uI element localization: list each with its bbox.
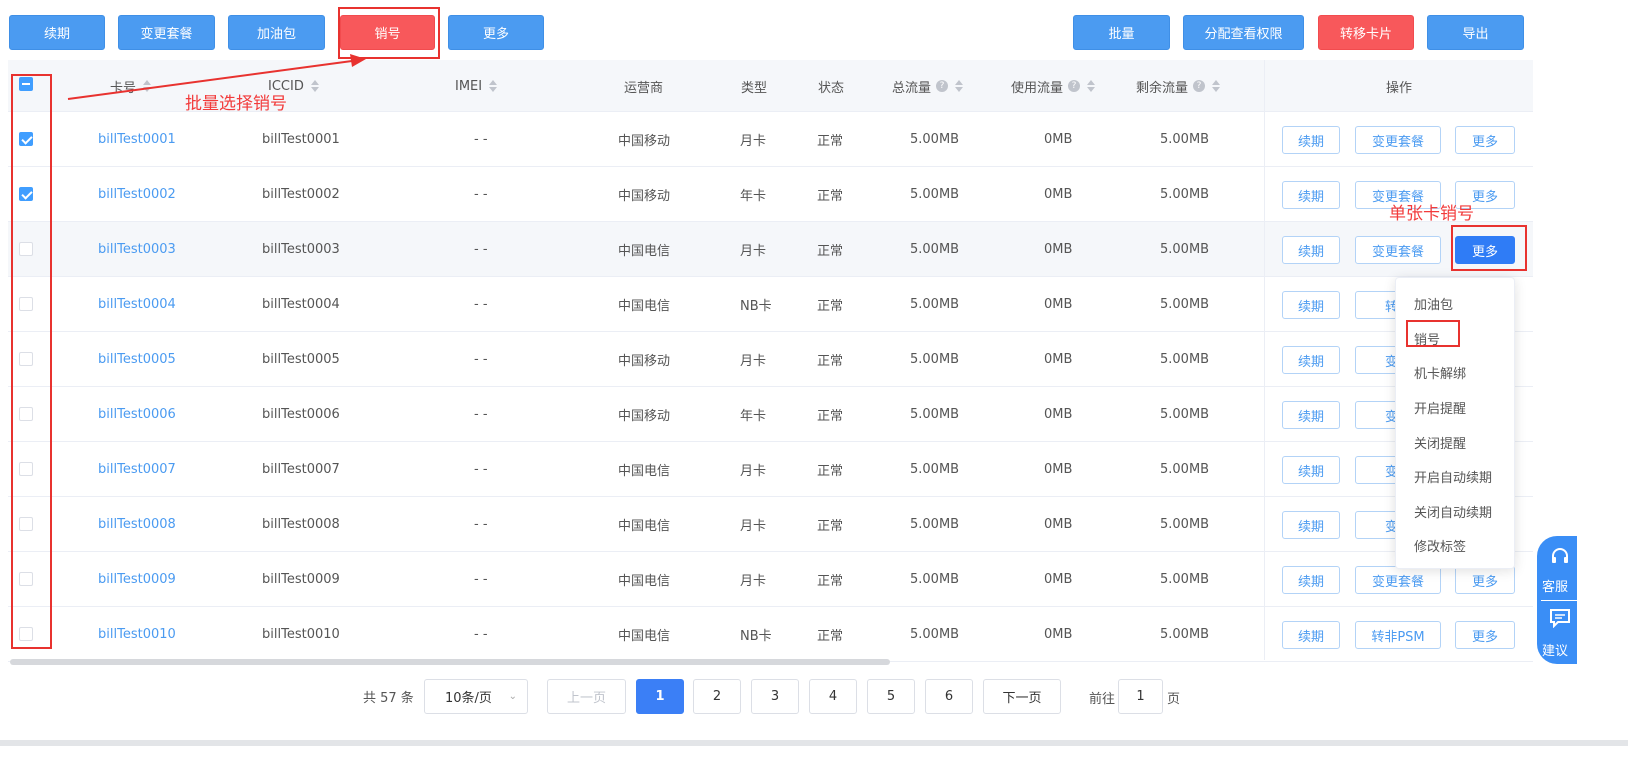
page-size-value: 10条/页 bbox=[445, 691, 492, 706]
bottom-divider bbox=[0, 740, 1628, 746]
horizontal-scrollbar[interactable] bbox=[10, 659, 890, 665]
goto-page-input[interactable]: 1 bbox=[1118, 679, 1163, 714]
next-page-button[interactable]: 下一页 bbox=[983, 679, 1061, 714]
page-6-button[interactable]: 6 bbox=[925, 679, 973, 714]
page-3-button[interactable]: 3 bbox=[751, 679, 799, 714]
customer-service-label: 客服 bbox=[1542, 580, 1569, 595]
page-1-button[interactable]: 1 bbox=[636, 679, 684, 714]
chat-icon bbox=[1550, 609, 1570, 628]
headset-icon bbox=[1552, 548, 1568, 563]
feedback-label: 建议 bbox=[1542, 644, 1569, 659]
total-count: 共 57 条 bbox=[363, 691, 414, 706]
goto-suffix: 页 bbox=[1167, 692, 1181, 707]
divider bbox=[1541, 600, 1577, 601]
feedback-button[interactable]: 建议 bbox=[1541, 604, 1581, 660]
prev-page-button[interactable]: 上一页 bbox=[547, 679, 626, 714]
customer-service-button[interactable]: 客服 bbox=[1541, 542, 1581, 598]
goto-label: 前往 bbox=[1089, 692, 1116, 707]
page-4-button[interactable]: 4 bbox=[809, 679, 857, 714]
page-size-select[interactable]: 10条/页 ⌄ bbox=[424, 679, 528, 714]
page-5-button[interactable]: 5 bbox=[867, 679, 915, 714]
page-2-button[interactable]: 2 bbox=[693, 679, 741, 714]
side-tool-panel: 客服 建议 bbox=[1537, 536, 1577, 664]
chevron-down-icon: ⌄ bbox=[508, 691, 517, 702]
